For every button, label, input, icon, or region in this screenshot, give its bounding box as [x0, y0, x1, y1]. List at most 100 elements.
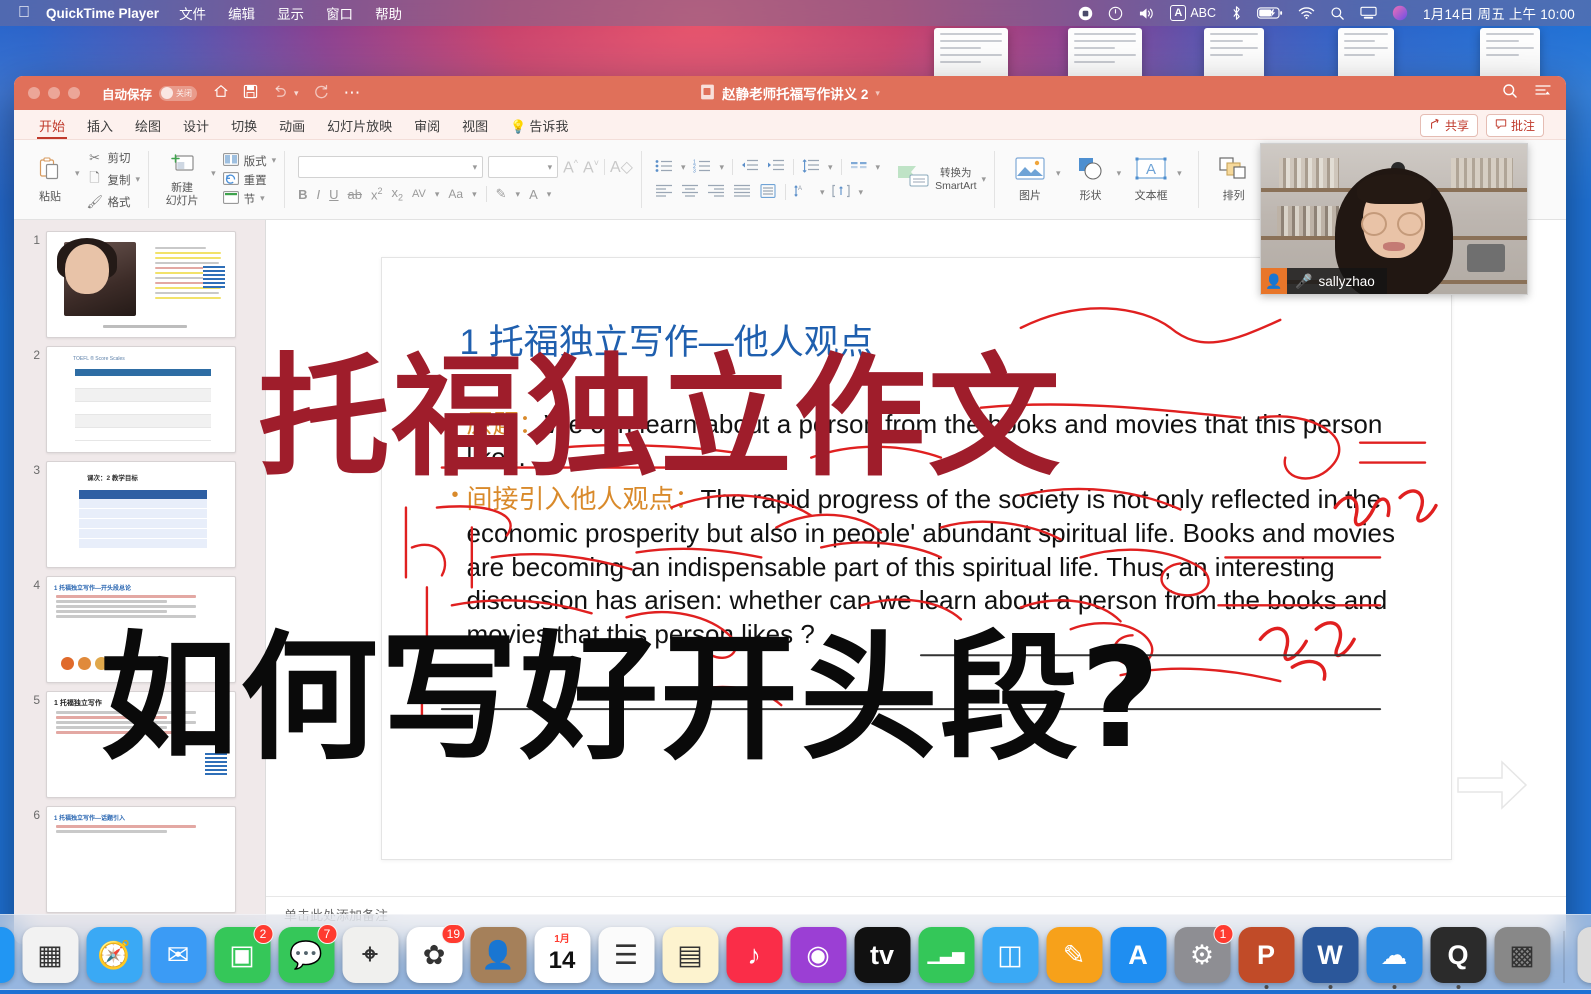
distribute-text-icon[interactable] — [759, 183, 777, 201]
dock-item-app-store[interactable]: A — [1110, 927, 1166, 983]
dock-item-pages[interactable]: ✎ — [1046, 927, 1102, 983]
new-slide-dropdown-icon[interactable]: ▾ — [211, 168, 216, 179]
copy-dropdown-icon[interactable]: ▾ — [136, 174, 141, 185]
ribbon-collapse-icon[interactable] — [1534, 83, 1552, 103]
bullets-dropdown-icon[interactable]: ▾ — [681, 162, 686, 173]
menu-item-edit[interactable]: 编辑 — [228, 3, 255, 23]
align-text-dropdown-icon[interactable]: ▾ — [858, 187, 863, 198]
dock-item-trash[interactable]: 🗑 — [1577, 927, 1591, 983]
dock-item-screenshot-preview[interactable]: ▩ — [1494, 927, 1550, 983]
close-button[interactable] — [28, 87, 40, 99]
change-case-button[interactable]: Aa — [448, 187, 463, 201]
layout-dropdown-icon[interactable]: ▾ — [272, 155, 277, 166]
highlight-dropdown-icon[interactable]: ▾ — [516, 189, 521, 200]
thumbnail-card[interactable] — [46, 231, 236, 338]
dock-item-quicktime-player[interactable]: Q — [1430, 927, 1486, 989]
save-icon[interactable] — [243, 84, 258, 103]
numbering-dropdown-icon[interactable]: ▾ — [719, 162, 724, 173]
macos-dock[interactable]: ☺▦🧭✉▣2💬7⌖✿19👤1月14☰▤♪◉tv▁▃▅◫✎A⚙1PW☁Q▩🗑 — [0, 914, 1591, 990]
menu-item-view[interactable]: 显示 — [277, 3, 304, 23]
tab-slideshow[interactable]: 幻灯片放映 — [316, 114, 403, 139]
align-center-icon[interactable] — [681, 184, 699, 200]
text-direction-icon[interactable]: A — [794, 184, 812, 201]
battery-icon[interactable] — [1257, 6, 1283, 20]
menu-item-file[interactable]: 文件 — [179, 3, 206, 23]
slide-thumbnail-panel[interactable]: 1 2 TOEFL ® Score Scales 3 课次：2 教学目标 4 1… — [14, 220, 266, 944]
thumbnail-card[interactable]: 课次：2 教学目标 — [46, 461, 236, 568]
menu-bar-clock[interactable]: 1月14日 周五 上午 10:00 — [1423, 3, 1575, 23]
tab-view[interactable]: 视图 — [451, 114, 499, 139]
input-source-icon[interactable]: A ABC — [1170, 5, 1216, 21]
volume-icon[interactable] — [1138, 6, 1155, 21]
text-direction-dropdown-icon[interactable]: ▾ — [820, 187, 825, 198]
more-icon[interactable]: ⋯ — [344, 84, 361, 101]
tab-animations[interactable]: 动画 — [268, 114, 316, 139]
arrange-button[interactable]: 排列 — [1212, 156, 1256, 203]
paste-button[interactable]: 粘贴 — [28, 156, 72, 204]
dock-item-music[interactable]: ♪ — [726, 927, 782, 983]
thumbnail-slide-2[interactable]: 2 TOEFL ® Score Scales — [14, 341, 265, 456]
apple-menu-icon[interactable]:  — [18, 5, 30, 21]
line-spacing-dropdown-icon[interactable]: ▾ — [828, 162, 833, 173]
clear-formatting-icon[interactable]: A◇ — [610, 157, 633, 177]
traffic-light-buttons[interactable] — [28, 87, 80, 99]
highlighter-icon[interactable]: ✎ — [496, 186, 507, 202]
dock-item-podcasts[interactable]: ◉ — [790, 927, 846, 983]
webcam-video-panel[interactable]: 👤 🎤 sallyzhao — [1260, 143, 1528, 295]
dock-item-numbers[interactable]: ▁▃▅ — [918, 927, 974, 983]
menu-item-window[interactable]: 窗口 — [326, 3, 353, 23]
columns-icon[interactable] — [850, 159, 868, 176]
new-slide-button[interactable]: 新建 幻灯片 — [156, 152, 208, 207]
zoom-button[interactable] — [68, 87, 80, 99]
change-case-dropdown-icon[interactable]: ▾ — [472, 189, 477, 200]
slide-editor[interactable]: 1 托福独立写作—他人观点 • 原题：We can learn about a … — [266, 220, 1566, 944]
format-painter-button[interactable]: 🖌 格式 — [87, 194, 141, 210]
dock-item-keynote[interactable]: ◫ — [982, 927, 1038, 983]
thumbnail-card[interactable]: 1 托福独立写作—话题引入 — [46, 806, 236, 913]
dock-item-powerpoint[interactable]: P — [1238, 927, 1294, 989]
control-center-icon[interactable] — [1108, 6, 1123, 21]
paste-dropdown-icon[interactable]: ▾ — [75, 168, 80, 179]
tab-design[interactable]: 设计 — [172, 114, 220, 139]
font-color-dropdown-icon[interactable]: ▾ — [547, 189, 552, 200]
document-title-dropdown-icon[interactable]: ▾ — [875, 88, 880, 99]
textbox-dropdown-icon[interactable]: ▾ — [1177, 168, 1182, 179]
home-icon[interactable] — [213, 83, 229, 103]
tell-me-button[interactable]: 💡 告诉我 — [499, 114, 579, 139]
thumbnail-slide-3[interactable]: 3 课次：2 教学目标 — [14, 456, 265, 571]
dock-item-apple-tv[interactable]: tv — [854, 927, 910, 983]
columns-dropdown-icon[interactable]: ▾ — [876, 162, 881, 173]
picture-button[interactable]: 图片 — [1008, 156, 1052, 203]
dock-item-safari[interactable]: 🧭 — [86, 927, 142, 983]
section-button[interactable]: 节 ▾ — [222, 190, 277, 207]
align-right-icon[interactable] — [707, 184, 725, 200]
autosave-toggle[interactable]: 关闭 — [159, 85, 198, 101]
increase-font-size-button[interactable]: A^ — [563, 158, 578, 177]
tab-draw[interactable]: 绘图 — [124, 114, 172, 139]
thumbnail-slide-6[interactable]: 6 1 托福独立写作—话题引入 — [14, 801, 265, 916]
dock-item-mail[interactable]: ✉ — [150, 927, 206, 983]
comment-button[interactable]: 批注 — [1485, 114, 1544, 137]
convert-to-smartart-button[interactable]: 转换为 SmartArt — [935, 167, 976, 191]
undo-icon[interactable] — [272, 84, 289, 103]
font-size-select[interactable]: ▾ — [488, 156, 559, 179]
dock-item-contacts[interactable]: 👤 — [470, 927, 526, 983]
dock-item-system-preferences[interactable]: ⚙ 1 — [1174, 924, 1233, 983]
subscript-button[interactable]: x2 — [392, 185, 404, 203]
smartart-icon[interactable] — [896, 163, 930, 196]
screen-mirroring-icon[interactable] — [1360, 6, 1377, 20]
increase-indent-icon[interactable] — [767, 159, 785, 176]
align-text-icon[interactable] — [832, 184, 851, 201]
dock-item-notes[interactable]: ▤ — [662, 927, 718, 983]
superscript-button[interactable]: x2 — [371, 186, 383, 202]
tab-review[interactable]: 审阅 — [403, 114, 451, 139]
copy-button[interactable]: 🗋 复制 ▾ — [87, 169, 141, 191]
spotlight-search-icon[interactable] — [1330, 6, 1345, 21]
bulleted-list-icon[interactable] — [655, 159, 673, 176]
font-name-select[interactable]: ▾ — [298, 156, 484, 179]
section-dropdown-icon[interactable]: ▾ — [260, 193, 265, 204]
screen-record-icon[interactable] — [1078, 6, 1093, 21]
font-color-button[interactable]: A — [529, 187, 538, 202]
thumbnail-slide-1[interactable]: 1 — [14, 226, 265, 341]
wifi-icon[interactable] — [1298, 6, 1315, 20]
